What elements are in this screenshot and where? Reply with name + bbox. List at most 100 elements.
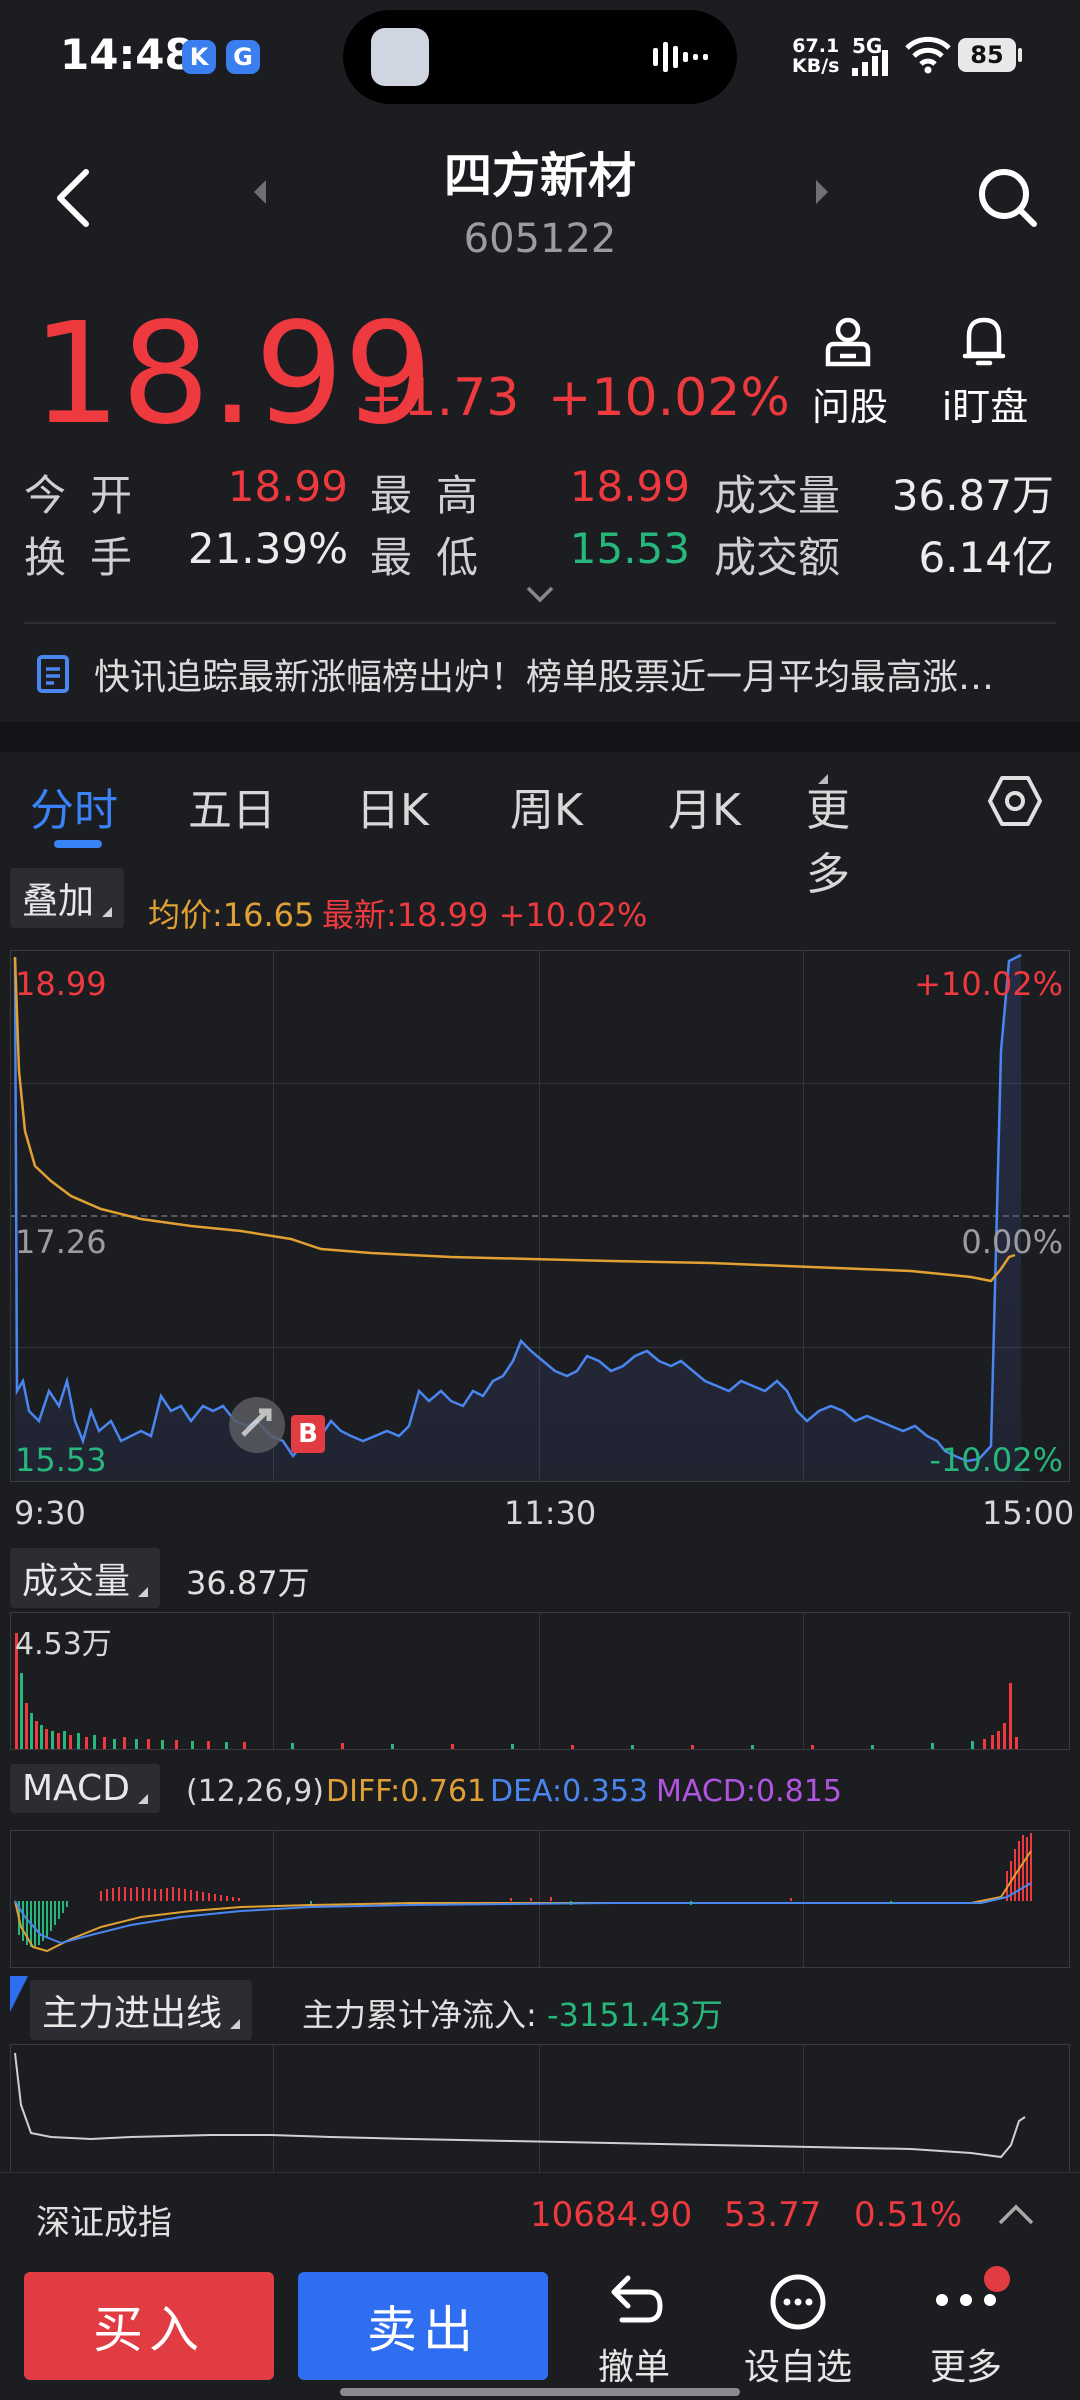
tab-daily-k[interactable]: 日K (356, 774, 429, 838)
prev-stock-icon[interactable] (250, 178, 270, 206)
avg-price-line (13, 956, 1016, 1283)
news-icon (37, 655, 69, 693)
more-circle-icon (770, 2274, 826, 2330)
next-stock-icon[interactable] (812, 178, 832, 206)
main-flow-value: -3151.43万 (546, 1996, 723, 2034)
main-flow-chart[interactable] (10, 2044, 1070, 2175)
macd-diff: DIFF:0.761 (326, 1774, 487, 1809)
index-value: 10684.90 (530, 2195, 693, 2235)
turnover-label: 换手 (24, 533, 157, 582)
sell-button[interactable]: 卖出 (298, 2272, 548, 2380)
amount-value: 6.14亿 (918, 533, 1054, 582)
time-start: 9:30 (14, 1494, 86, 1532)
macd-chart[interactable] (10, 1830, 1070, 1968)
macd-dropdown[interactable]: MACD (10, 1764, 160, 1813)
ask-stock-label[interactable]: 问股 (800, 376, 900, 431)
tab-intraday[interactable]: 分时 (30, 774, 118, 838)
back-icon[interactable] (52, 168, 92, 228)
tab-monthly-k[interactable]: 月K (668, 774, 741, 838)
section-gap (0, 722, 1080, 752)
volume-indicator-label: 成交量 (22, 1561, 131, 1602)
dropdown-caret-icon (137, 1794, 148, 1804)
add-watchlist-button[interactable]: 设自选 (740, 2272, 856, 2392)
news-text: 快讯追踪最新涨幅榜出炉！榜单股票近一月平均最高涨… (94, 657, 995, 698)
watch-label[interactable]: i盯盘 (930, 376, 1040, 431)
cancel-order-button[interactable]: 撤单 (586, 2272, 682, 2392)
volume-bars (15, 1633, 1018, 1749)
ask-stock-button[interactable] (812, 316, 884, 372)
index-pct: 0.51% (854, 2195, 963, 2235)
price-axis-bottom: 15.53 (15, 1441, 107, 1479)
high-label: 最高 (370, 471, 503, 520)
news-ticker[interactable]: 快讯追踪最新涨幅榜出炉！榜单股票近一月平均最高涨… (0, 626, 1080, 720)
settings-icon[interactable] (988, 774, 1042, 828)
more-label: 更多 (929, 2347, 1002, 2388)
change-percent: +10.02% (547, 368, 790, 428)
signal-icon (852, 50, 888, 76)
event-marker-icon[interactable] (229, 1397, 285, 1453)
net-speed: 67.1 KB/s (792, 35, 840, 77)
amount-label: 成交额 (714, 533, 841, 582)
volume-value: 36.87万 (891, 471, 1054, 520)
buy-signal-marker[interactable]: B (291, 1415, 325, 1453)
volume-max-label: 4.53万 (15, 1627, 112, 1662)
latest-price-text: 最新:18.99 +10.02% (322, 896, 648, 934)
tab-weekly-k[interactable]: 周K (510, 774, 583, 838)
dropdown-caret-icon (230, 2019, 241, 2029)
watch-button[interactable] (956, 316, 1012, 372)
tab-more-caret-icon (818, 774, 828, 784)
low-value: 15.53 (569, 524, 690, 573)
index-bar[interactable]: 深证成指 10684.90 53.77 0.51% (0, 2172, 1080, 2257)
more-button[interactable]: 更多 (918, 2266, 1014, 2392)
macd-indicator-label: MACD (22, 1768, 130, 1809)
battery-cap (1018, 48, 1022, 62)
tab-five-day[interactable]: 五日 (188, 774, 276, 838)
time-mid: 11:30 (504, 1494, 597, 1532)
main-flow-label: 主力进出线 (42, 1993, 223, 2034)
buy-button[interactable]: 买入 (24, 2272, 274, 2380)
price-change: +1.73 +10.02% (360, 368, 790, 428)
cancel-order-label: 撤单 (597, 2347, 670, 2388)
time-end: 15:00 (982, 1494, 1075, 1532)
tab-more-label: 更多 (806, 785, 850, 900)
overlay-label: 叠加 (22, 881, 95, 922)
status-bar: 14:48 K G 67.1 KB/s 5G 85 (0, 0, 1080, 110)
pct-axis-top: +10.02% (914, 965, 1063, 1003)
pct-axis-mid: 0.00% (961, 1223, 1063, 1261)
overlay-dropdown[interactable]: 叠加 (10, 868, 125, 928)
chevron-up-icon[interactable] (996, 2203, 1036, 2227)
change-amount: +1.73 (360, 368, 520, 428)
app-g-icon: G (226, 40, 260, 74)
intraday-price-chart[interactable]: 18.99 +10.02% 17.26 0.00% 15.53 -10.02% … (10, 950, 1070, 1482)
dropdown-caret-icon (102, 907, 113, 917)
notification-dot (984, 2266, 1010, 2292)
wifi-icon (905, 36, 951, 74)
home-indicator[interactable] (340, 2388, 740, 2396)
volume-dropdown[interactable]: 成交量 (10, 1548, 161, 1608)
stock-name: 四方新材 (443, 148, 636, 204)
main-flow-line (14, 2052, 1026, 2159)
index-change: 53.77 (724, 2195, 822, 2235)
stock-code: 605122 (463, 216, 617, 262)
app-k-icon: K (182, 40, 216, 74)
active-tab-indicator (54, 840, 102, 848)
open-value: 18.99 (227, 462, 348, 511)
volume-chart[interactable]: 4.53万 (10, 1612, 1070, 1750)
price-axis-mid: 17.26 (15, 1223, 107, 1261)
low-label: 最低 (370, 533, 503, 582)
audio-wave-icon (653, 42, 708, 72)
expand-chevron-icon[interactable] (524, 584, 556, 604)
main-flow-text-label: 主力累计净流入: (302, 1996, 537, 2034)
divider (24, 622, 1056, 624)
dynamic-island[interactable] (343, 10, 737, 104)
macd-lines (14, 1833, 1032, 1953)
turnover-value: 21.39% (187, 524, 348, 573)
main-flow-dropdown[interactable]: 主力进出线 (30, 1980, 253, 2040)
chart-tabs: 分时 五日 日K 周K 月K 更多 (0, 752, 1080, 900)
macd-dea: DEA:0.353 (490, 1774, 649, 1809)
status-time: 14:48 (60, 30, 194, 79)
price-lines (13, 953, 1022, 1481)
open-label: 今开 (24, 471, 157, 520)
lightning-badge-icon (10, 1976, 28, 2012)
search-icon[interactable] (976, 166, 1040, 230)
